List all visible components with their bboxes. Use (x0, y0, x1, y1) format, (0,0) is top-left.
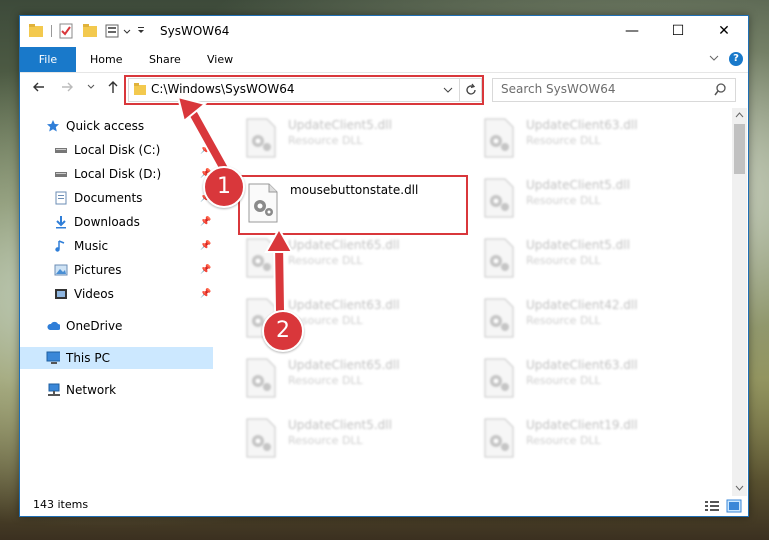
arrow-2-head (264, 226, 294, 253)
annotation-arrows (176, 95, 294, 316)
arrow-2-shaft (275, 239, 284, 314)
step-1-badge: 1 (203, 166, 245, 208)
step-2-badge: 2 (262, 310, 304, 352)
